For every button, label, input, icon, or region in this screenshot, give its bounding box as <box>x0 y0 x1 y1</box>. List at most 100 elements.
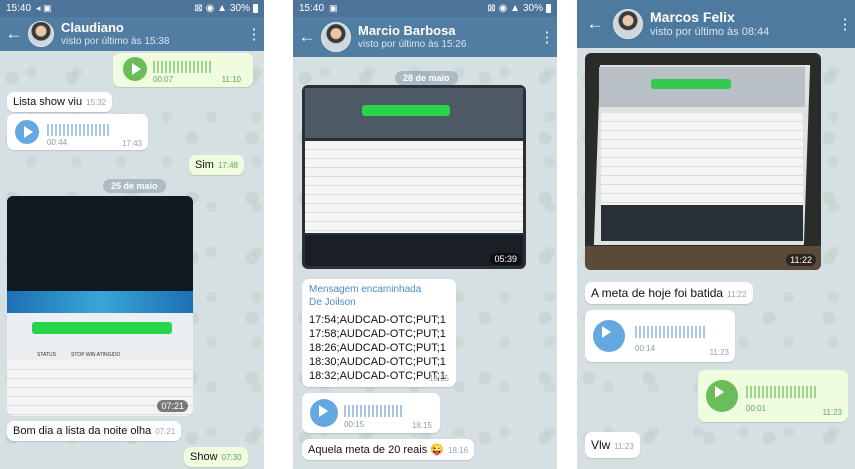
chat-header: ← Claudiano visto por último às 15:38 ⋮ <box>0 17 264 51</box>
screen-green-button <box>362 105 450 116</box>
contact-name: Marcos Felix <box>650 9 735 26</box>
message-bubble[interactable]: Show 07:30 <box>184 447 248 467</box>
message-text: Vlw <box>591 438 611 452</box>
voice-duration: 00:14 <box>635 344 656 353</box>
message-list: 00:07 11:10 Lista show viu 15:32 00:44 17… <box>0 51 264 469</box>
screen-table <box>305 141 523 233</box>
message-bubble[interactable]: Sim 17:48 <box>189 155 244 175</box>
message-time: 11:23 <box>822 408 842 417</box>
signal-line: 17:54;AUDCAD-OTC;PUT;1 <box>309 314 446 326</box>
message-time: 07:21 <box>155 427 176 436</box>
status-right: ⊠ ◉ ▲ 30% <box>487 3 551 14</box>
forwarded-header: Mensagem encaminhada De Joilson <box>302 279 456 309</box>
avatar[interactable] <box>613 9 643 39</box>
image-message[interactable]: 11:22 <box>585 53 821 270</box>
back-arrow-icon[interactable]: ← <box>0 17 28 51</box>
waveform[interactable] <box>153 61 213 73</box>
message-text: Lista show viu <box>13 96 83 108</box>
voice-message[interactable]: 00:01 11:23 <box>698 370 848 422</box>
image-message[interactable]: STOP WIN ATINGIDO STATUS 07:21 <box>7 196 193 416</box>
play-icon[interactable] <box>123 57 147 81</box>
waveform[interactable] <box>746 386 818 398</box>
message-time: 15:32 <box>86 98 107 107</box>
message-time: 11:22 <box>727 290 747 299</box>
voice-duration: 00:44 <box>47 138 68 147</box>
voice-message[interactable]: 00:14 11:23 <box>585 310 735 362</box>
waveform[interactable] <box>344 405 404 417</box>
play-icon[interactable] <box>310 399 338 427</box>
waveform[interactable] <box>635 326 705 338</box>
voice-duration: 00:01 <box>746 404 767 413</box>
screen-stop-label: STOP WIN ATINGIDO <box>71 352 121 358</box>
forwarded-from[interactable]: De Joilson <box>309 297 449 310</box>
message-text: Sim <box>195 159 214 171</box>
message-text: Aquela meta de 20 reais 😜 <box>308 444 444 456</box>
clock: 15:40 <box>6 3 32 14</box>
status-bar: 15:40 ▣ ⊠ ◉ ▲ 30% <box>293 0 557 17</box>
play-icon[interactable] <box>593 320 625 352</box>
screen-green-button <box>32 322 172 334</box>
message-bubble[interactable]: Lista show viu 15:32 <box>7 92 113 112</box>
notification-icons: ◂ ▣ <box>36 3 52 13</box>
message-time: 17:43 <box>121 139 142 148</box>
voice-message[interactable]: 00:15 18:15 <box>302 393 440 433</box>
message-bubble[interactable]: A meta de hoje foi batida 11:22 <box>585 282 753 304</box>
play-icon[interactable] <box>706 380 738 412</box>
back-arrow-icon[interactable]: ← <box>577 7 613 41</box>
more-options-icon[interactable]: ⋮ <box>537 28 557 46</box>
message-bubble[interactable]: Vlw 11:23 <box>585 432 640 458</box>
date-separator: 25 de maio <box>103 179 166 193</box>
more-options-icon[interactable]: ⋮ <box>244 25 264 43</box>
message-time: 18:15 <box>428 374 449 383</box>
message-text: A meta de hoje foi batida <box>591 286 724 300</box>
chat-screen-marcos: ← Marcos Felix visto por último às 08:44… <box>577 0 855 469</box>
signal-line: 18:30;AUDCAD-OTC;PUT;1 <box>309 356 446 369</box>
message-bubble[interactable]: Aquela meta de 20 reais 😜 18:16 <box>302 439 475 460</box>
media-time: 07:21 <box>157 400 188 412</box>
forwarded-message[interactable]: Mensagem encaminhada De Joilson 17:54;AU… <box>302 279 456 387</box>
battery-icon <box>253 4 258 13</box>
play-icon[interactable] <box>15 120 39 144</box>
voice-message[interactable]: 00:07 11:10 <box>113 53 253 87</box>
last-seen: visto por último às 15:38 <box>61 35 170 47</box>
contact-info[interactable]: Marcos Felix visto por último às 08:44 <box>650 9 770 38</box>
message-list: 28 de maio 05:39 Mensagem encaminhada De… <box>293 57 557 469</box>
avatar[interactable] <box>28 21 54 47</box>
contact-name: Marcio Barbosa <box>358 23 456 39</box>
last-seen: visto por último às 15:26 <box>358 38 467 50</box>
contact-info[interactable]: Claudiano visto por último às 15:38 <box>61 20 170 47</box>
screen-log <box>601 205 803 241</box>
signal-icon: ⊠ ◉ ▲ <box>487 3 520 14</box>
message-time: 07:30 <box>221 453 242 462</box>
contact-name: Claudiano <box>61 20 124 36</box>
message-bubble[interactable]: Bom dia a lista da noite olha 07:21 <box>7 421 182 441</box>
voice-duration: 00:15 <box>344 420 365 429</box>
message-time: 11:23 <box>709 348 729 357</box>
message-text: Show <box>190 451 218 463</box>
media-time: 11:22 <box>786 254 816 266</box>
status-bar: 15:40 ◂ ▣ ⊠ ◉ ▲ 30% <box>0 0 264 17</box>
battery-percent: 30% <box>522 3 543 14</box>
contact-info[interactable]: Marcio Barbosa visto por último às 15:26 <box>358 23 467 50</box>
screen-banner <box>7 291 193 313</box>
battery-icon <box>546 4 551 13</box>
image-message[interactable]: 05:39 <box>302 85 526 269</box>
message-list: 11:22 A meta de hoje foi batida 11:22 00:… <box>577 48 855 469</box>
voice-message[interactable]: 00:44 17:43 <box>7 114 148 150</box>
signal-icon: ⊠ ◉ ▲ <box>194 3 227 14</box>
waveform[interactable] <box>47 124 109 136</box>
screen-green-button <box>651 79 731 89</box>
screen-status-label: STATUS <box>37 352 56 358</box>
chat-header: ← Marcos Felix visto por último às 08:44… <box>577 0 855 48</box>
date-separator: 28 de maio <box>395 71 458 85</box>
chat-header: ← Marcio Barbosa visto por último às 15:… <box>293 17 557 57</box>
more-options-icon[interactable]: ⋮ <box>835 15 855 33</box>
message-time: 18:15 <box>411 421 432 430</box>
back-arrow-icon[interactable]: ← <box>293 20 321 54</box>
message-time: 11:10 <box>221 75 241 84</box>
screen-table <box>601 113 803 205</box>
signal-line: 17:58;AUDCAD-OTC;PUT;1 <box>309 328 446 341</box>
media-time: 05:39 <box>490 253 521 265</box>
avatar[interactable] <box>321 22 351 52</box>
last-seen: visto por último às 08:44 <box>650 25 770 38</box>
